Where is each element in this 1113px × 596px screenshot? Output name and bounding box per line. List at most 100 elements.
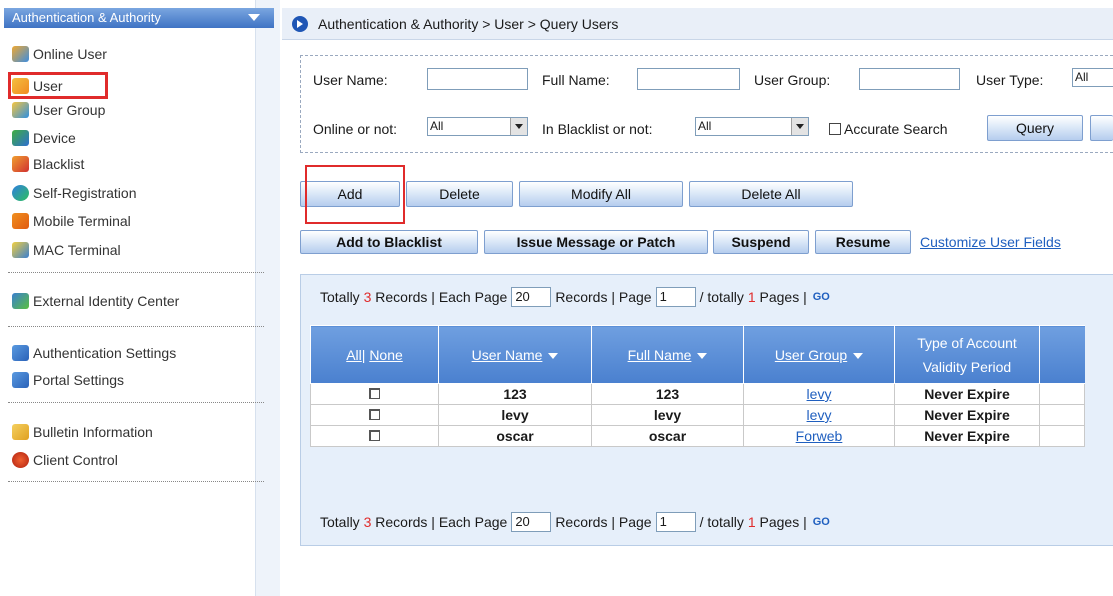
cell-user-name: oscar [438,425,592,447]
sidebar-divider [8,402,264,403]
authentication-settings-icon [12,345,29,361]
delete-all-button[interactable]: Delete All [689,181,853,207]
mobile-terminal-icon [12,213,29,229]
cell-user-group-link[interactable]: levy [743,404,895,426]
bulletin-information-icon [12,424,29,440]
resume-button[interactable]: Resume [815,230,911,254]
user-group-input[interactable] [859,68,960,90]
sidebar-item-online-user[interactable]: Online User [12,43,107,65]
cell-user-group-link[interactable]: levy [743,383,895,405]
online-select[interactable]: All [427,117,528,136]
blacklist-icon [12,156,29,172]
dropdown-arrow-icon[interactable] [510,118,527,135]
user-name-label: User Name: [313,72,388,88]
device-icon [12,130,29,146]
sidebar-item-blacklist[interactable]: Blacklist [12,153,84,175]
sidebar-item-mac-terminal[interactable]: MAC Terminal [12,239,121,261]
extra-column-header [1039,325,1085,384]
pager-top: Totally 3 Records | Each Page 20 Records… [320,287,830,307]
sidebar-item-bulletin-information[interactable]: Bulletin Information [12,421,153,443]
row-checkbox[interactable] [369,409,380,420]
sidebar-divider [8,272,264,273]
select-none-link[interactable]: None [369,347,402,363]
table-row: oscar oscar Forweb Never Expire [310,425,1085,447]
sidebar-section-header[interactable]: Authentication & Authority [4,8,274,28]
pager-bottom: Totally 3 Records | Each Page 20 Records… [320,512,830,532]
table-header-row: All| None User Name Full Name User Group… [310,325,1085,384]
sidebar-item-authentication-settings[interactable]: Authentication Settings [12,342,176,364]
page-size-input[interactable]: 20 [511,512,552,532]
sort-down-icon [697,352,708,359]
row-checkbox[interactable] [369,430,380,441]
sort-down-icon [548,352,559,359]
user-group-label: User Group: [754,72,831,88]
issue-message-button[interactable]: Issue Message or Patch [484,230,708,254]
go-button[interactable]: GO [813,516,830,528]
table-row: levy levy levy Never Expire [310,404,1085,426]
user-name-column-header[interactable]: User Name [438,325,592,384]
add-highlight-box [305,165,405,224]
cell-user-name: 123 [438,383,592,405]
sidebar-rail [255,0,280,596]
cell-full-name: levy [591,404,744,426]
sidebar-item-external-identity-center[interactable]: External Identity Center [12,290,179,312]
cell-validity: Never Expire [894,425,1040,447]
cell-user-name: levy [438,404,592,426]
cell-full-name: 123 [591,383,744,405]
portal-settings-icon [12,372,29,388]
online-user-icon [12,46,29,62]
sidebar-divider [8,326,264,327]
suspend-button[interactable]: Suspend [713,230,809,254]
sidebar-item-client-control[interactable]: Client Control [12,449,118,471]
page-size-input[interactable]: 20 [511,287,552,307]
user-group-icon [12,102,29,118]
go-button[interactable]: GO [813,291,830,303]
breadcrumb-bar: Authentication & Authority > User > Quer… [282,8,1113,40]
sidebar-item-self-registration[interactable]: Self-Registration [12,182,137,204]
page-number-input[interactable]: 1 [655,512,696,532]
client-control-icon [12,452,29,468]
sidebar-header-label: Authentication & Authority [12,10,161,25]
full-name-input[interactable] [637,68,740,90]
sort-down-icon [853,352,864,359]
cell-validity: Never Expire [894,404,1040,426]
full-name-label: Full Name: [542,72,610,88]
arrow-right-circle-icon [292,15,308,32]
breadcrumb: Authentication & Authority > User > Quer… [318,15,619,32]
customize-user-fields-link[interactable]: Customize User Fields [920,234,1061,250]
select-column-header: All| None [310,325,439,384]
full-name-column-header[interactable]: Full Name [591,325,744,384]
sidebar-divider [8,481,264,482]
user-name-input[interactable] [427,68,528,90]
modify-all-button[interactable]: Modify All [519,181,683,207]
self-registration-icon [12,185,29,201]
cell-full-name: oscar [591,425,744,447]
sidebar-item-mobile-terminal[interactable]: Mobile Terminal [12,210,131,232]
sidebar-item-user-group[interactable]: User Group [12,99,105,121]
dropdown-arrow-icon[interactable] [791,118,808,135]
sidebar-item-portal-settings[interactable]: Portal Settings [12,369,124,391]
cell-validity: Never Expire [894,383,1040,405]
blacklist-select[interactable]: All [695,117,809,136]
validity-column-header: Type of Account Validity Period [894,325,1040,384]
delete-button[interactable]: Delete [406,181,513,207]
cell-user-group-link[interactable]: Forweb [743,425,895,447]
page-number-input[interactable]: 1 [655,287,696,307]
table-row: 123 123 levy Never Expire [310,383,1085,405]
sidebar-item-device[interactable]: Device [12,127,76,149]
accurate-search-checkbox[interactable] [829,123,841,135]
query-button[interactable]: Query [987,115,1083,141]
users-table: All| None User Name Full Name User Group… [310,325,1085,447]
user-type-label: User Type: [976,72,1044,88]
sidebar: Authentication & Authority Online User U… [0,0,280,596]
online-label: Online or not: [313,121,398,137]
add-to-blacklist-button[interactable]: Add to Blacklist [300,230,478,254]
user-type-select[interactable]: All [1072,68,1113,87]
user-highlight-box [8,72,108,99]
select-all-link[interactable]: All [346,347,362,363]
user-group-column-header[interactable]: User Group [743,325,895,384]
extra-search-button[interactable] [1090,115,1113,141]
row-checkbox[interactable] [369,388,380,399]
chevron-down-icon[interactable] [248,14,260,21]
blacklist-label: In Blacklist or not: [542,121,653,137]
